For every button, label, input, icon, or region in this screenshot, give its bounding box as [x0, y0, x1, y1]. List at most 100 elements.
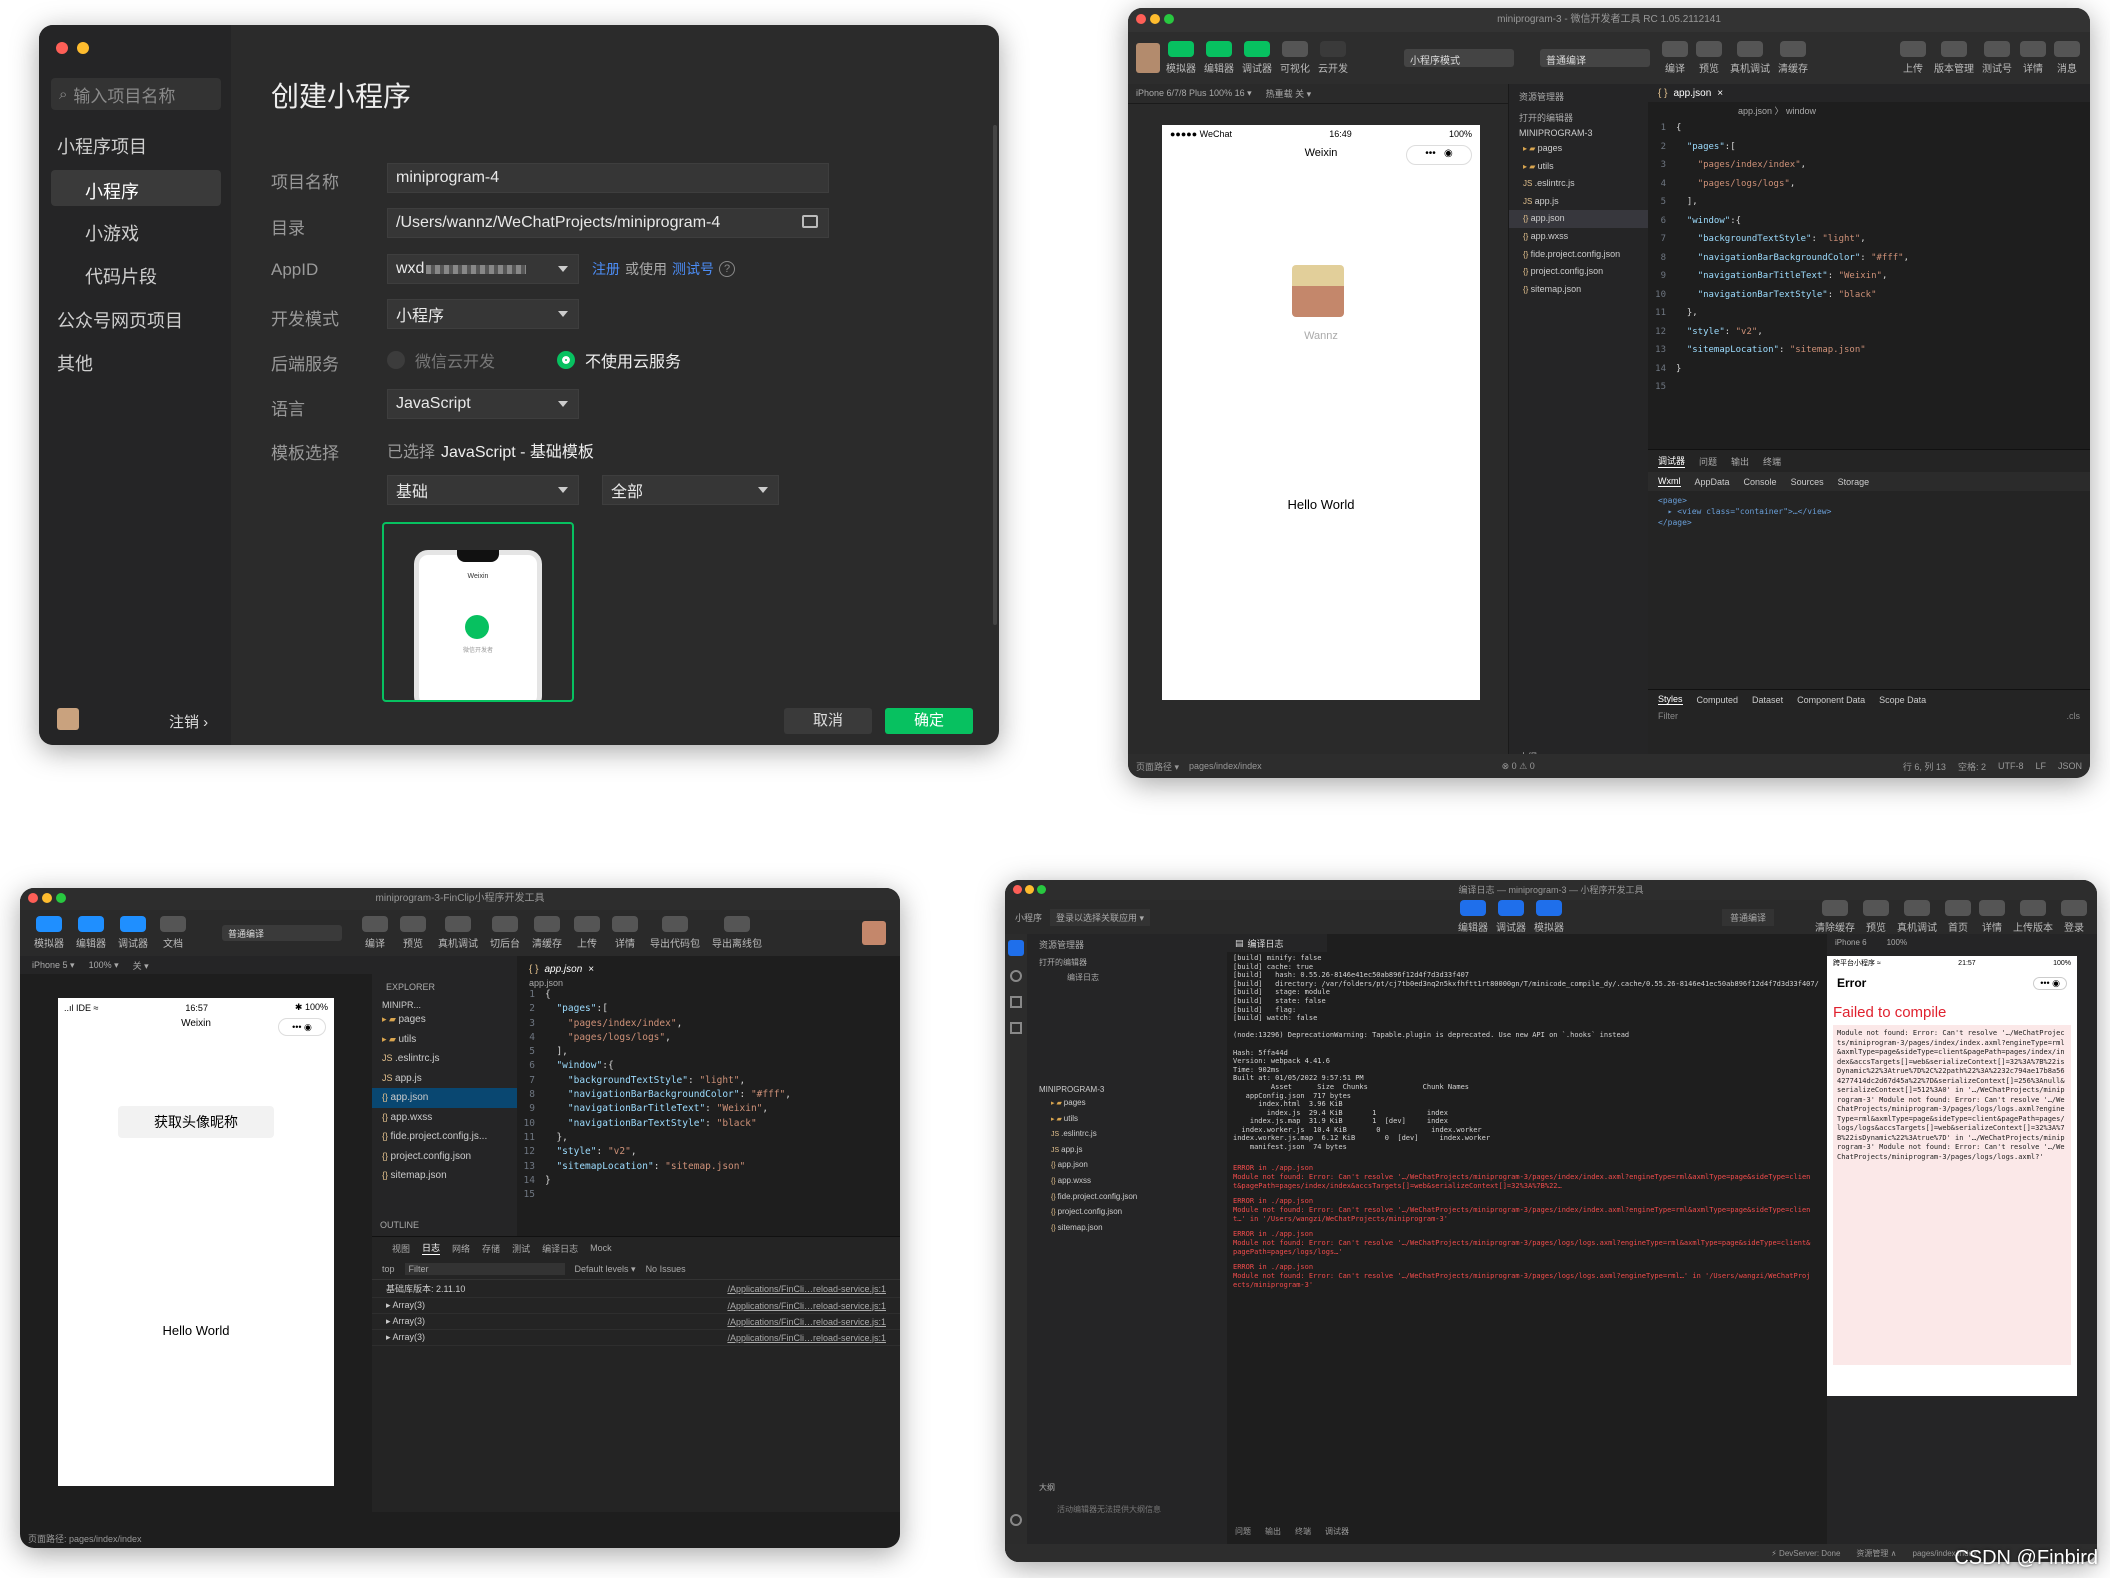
device-select[interactable]: iPhone 5 ▾	[32, 960, 75, 971]
w3-debug-tab-0[interactable]: 视图	[392, 1242, 410, 1255]
capsule-menu-button[interactable]: ••• ◉	[278, 1018, 326, 1036]
w3-file-2[interactable]: JS .eslintrc.js	[372, 1049, 517, 1069]
nav-section-miniprogram[interactable]: 小程序项目	[57, 133, 147, 159]
open-editors[interactable]: 打开的编辑器	[1027, 955, 1227, 970]
w4-bottom-tab-3[interactable]: 调试器	[1325, 1526, 1349, 1537]
w3-rtool-8[interactable]: 导出离线包	[712, 916, 762, 950]
language-select[interactable]: JavaScript	[387, 389, 579, 419]
w4-file-5[interactable]: {} app.wxss	[1027, 1174, 1227, 1190]
register-link[interactable]: 注册	[592, 259, 620, 279]
compile-select[interactable]: 普通编译	[1722, 908, 1775, 926]
avatar[interactable]	[57, 708, 79, 730]
project-name-field[interactable]: miniprogram-4	[387, 163, 829, 193]
w2-tool-3[interactable]: 可视化	[1280, 41, 1310, 75]
w4-ctool-0[interactable]: 编辑器	[1458, 900, 1488, 934]
console-source-link[interactable]: /Applications/FinCli…reload-service.js:1	[727, 1333, 886, 1343]
directory-field[interactable]: /Users/wannz/WeChatProjects/miniprogram-…	[387, 208, 829, 238]
w3-file-1[interactable]: ▸ ▰ utils	[372, 1030, 517, 1050]
w2-tool-2[interactable]: 调试器	[1242, 41, 1272, 75]
w2-dev-tab-3[interactable]: Sources	[1791, 477, 1824, 487]
w2-rtool-2[interactable]: 真机调试	[1730, 41, 1770, 75]
console-message[interactable]: ▸ Array(3)	[386, 1332, 425, 1343]
w3-rtool-4[interactable]: 清缓存	[532, 916, 562, 950]
radio-no-cloud[interactable]	[557, 351, 575, 369]
close-window-button[interactable]	[28, 893, 38, 903]
w2-style-tab-2[interactable]: Dataset	[1752, 695, 1783, 705]
w4-rtool-5[interactable]: 上传版本	[2013, 900, 2053, 934]
nav-section-other[interactable]: 其他	[57, 350, 93, 376]
project-folder[interactable]: MINIPROGRAM-3	[1027, 1083, 1227, 1096]
w2-rtool-0[interactable]: 编译	[1662, 41, 1688, 75]
w3-rtool-1[interactable]: 预览	[400, 916, 426, 950]
w2-ftool-1[interactable]: 版本管理	[1934, 41, 1974, 75]
status-item[interactable]: 行 6, 列 13	[1903, 760, 1946, 773]
minimize-window-button[interactable]	[42, 893, 52, 903]
styles-filter-input[interactable]: Filter	[1658, 711, 1678, 721]
w4-file-3[interactable]: JS app.js	[1027, 1143, 1227, 1159]
w4-rtool-4[interactable]: 详情	[1979, 900, 2005, 934]
w2-file-6[interactable]: {} fide.project.config.json	[1509, 246, 1648, 264]
maximize-window-button[interactable]	[1164, 14, 1174, 24]
logout-link[interactable]: 注销 ›	[169, 711, 208, 732]
w3-debug-tab-4[interactable]: 测试	[512, 1242, 530, 1255]
w4-bottom-tab-1[interactable]: 输出	[1265, 1526, 1281, 1537]
explorer-icon[interactable]	[1008, 940, 1024, 956]
w2-file-7[interactable]: {} project.config.json	[1509, 263, 1648, 281]
w2-style-tab-0[interactable]: Styles	[1658, 694, 1683, 705]
device-select[interactable]: iPhone 6	[1835, 938, 1867, 947]
w4-ctool-1[interactable]: 调试器	[1496, 900, 1526, 934]
status-item[interactable]: ⚡ DevServer: Done	[1771, 1549, 1840, 1558]
avatar[interactable]	[1136, 43, 1160, 73]
zoom-select[interactable]: 100% ▾	[89, 960, 119, 971]
console-message[interactable]: 基础库版本: 2.11.10	[386, 1282, 465, 1295]
template-filter-select[interactable]: 全部	[602, 475, 779, 505]
page-path-label[interactable]: 页面路径 ▾	[1136, 760, 1179, 773]
w3-rtool-7[interactable]: 导出代码包	[650, 916, 700, 950]
hot-reload-select[interactable]: 热重载 关 ▾	[1266, 87, 1312, 100]
template-card[interactable]: Weixin 微信开发者	[382, 522, 574, 702]
w2-file-4[interactable]: {} app.json	[1509, 210, 1648, 228]
editor-tab[interactable]: app.json	[1673, 88, 1711, 99]
nav-item-miniprogram[interactable]: 小程序	[51, 170, 221, 206]
minimize-window-button[interactable]	[1150, 14, 1160, 24]
status-item[interactable]: JSON	[2058, 761, 2082, 771]
search-icon[interactable]	[1010, 970, 1022, 982]
w2-tool-4[interactable]: 云开发	[1318, 41, 1348, 75]
login-select[interactable]: 登录以选择关联应用 ▾	[1050, 908, 1151, 926]
test-account-link[interactable]: 测试号	[672, 259, 714, 279]
w3-file-8[interactable]: {} sitemap.json	[372, 1166, 517, 1186]
radio-cloud[interactable]	[387, 351, 405, 369]
extensions-icon[interactable]	[1010, 1022, 1022, 1034]
maximize-window-button[interactable]	[56, 893, 66, 903]
w3-file-5[interactable]: {} app.wxss	[372, 1108, 517, 1128]
hot-reload-select[interactable]: 关 ▾	[133, 959, 149, 972]
nav-item-minigame[interactable]: 小游戏	[85, 220, 139, 246]
w2-debug-tab-3[interactable]: 终端	[1763, 455, 1781, 468]
w3-file-4[interactable]: {} app.json	[372, 1088, 517, 1108]
outline-section[interactable]: 大纲	[1039, 1482, 1055, 1493]
zoom-select[interactable]: 100%	[1887, 938, 1907, 947]
nav-item-snippet[interactable]: 代码片段	[85, 263, 157, 289]
minimize-window-button[interactable]	[77, 42, 89, 54]
close-window-button[interactable]	[56, 42, 68, 54]
outline-section[interactable]: OUTLINE	[380, 1220, 419, 1230]
w2-dev-tab-0[interactable]: Wxml	[1658, 476, 1681, 487]
project-search-input[interactable]: ⌕ 输入项目名称	[51, 78, 221, 110]
w2-debug-tab-0[interactable]: 调试器	[1658, 454, 1686, 468]
appid-select[interactable]: wxd	[387, 254, 579, 284]
w3-debug-tab-6[interactable]: Mock	[590, 1243, 612, 1253]
maximize-window-button[interactable]	[1037, 885, 1046, 894]
ok-button[interactable]: 确定	[885, 708, 973, 734]
cancel-button[interactable]: 取消	[784, 708, 872, 734]
w2-style-tab-4[interactable]: Scope Data	[1879, 695, 1926, 705]
w4-file-0[interactable]: ▸ ▰ pages	[1027, 1096, 1227, 1112]
status-item[interactable]: UTF-8	[1998, 761, 2024, 771]
console-source-link[interactable]: /Applications/FinCli…reload-service.js:1	[727, 1317, 886, 1327]
cls-toggle[interactable]: .cls	[2067, 711, 2081, 721]
compile-select[interactable]: 普通编译	[1540, 49, 1650, 67]
w3-debug-tab-1[interactable]: 日志	[422, 1241, 441, 1255]
w3-file-6[interactable]: {} fide.project.config.js...	[372, 1127, 517, 1147]
project-folder[interactable]: MINIPR...	[372, 992, 517, 1010]
user-avatar[interactable]	[1292, 265, 1344, 317]
gear-icon[interactable]	[1010, 1514, 1022, 1526]
